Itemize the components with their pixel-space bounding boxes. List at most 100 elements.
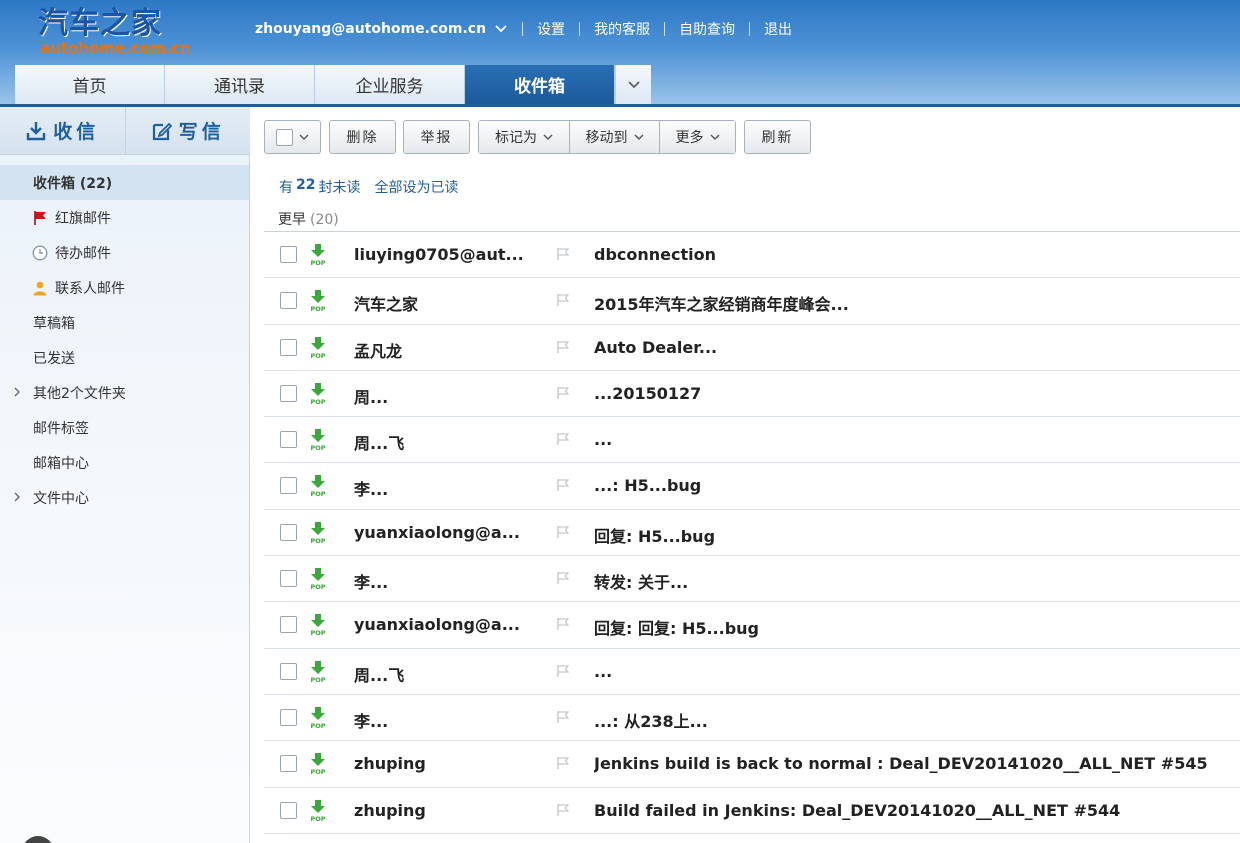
mail-subject[interactable]: Auto Dealer... <box>594 338 1234 357</box>
mail-checkbox[interactable] <box>280 523 297 541</box>
more-dropdown[interactable]: 更多 <box>659 121 735 153</box>
flag-icon[interactable] <box>556 386 570 400</box>
mark-all-read-link[interactable]: 全部设为已读 <box>374 177 458 197</box>
refresh-button[interactable]: 刷新 <box>744 120 811 154</box>
self-service-query-link[interactable]: 自助查询 <box>679 19 735 39</box>
compose-mail-button[interactable]: 写信 <box>124 107 251 154</box>
folder-sent[interactable]: 已发送 <box>0 340 249 375</box>
mail-sender[interactable]: 汽车之家 <box>354 291 524 315</box>
mail-sender[interactable]: zhuping <box>354 801 524 820</box>
tab-inbox[interactable]: 收件箱 <box>465 65 615 104</box>
flag-icon[interactable] <box>556 710 570 724</box>
mail-checkbox[interactable] <box>280 801 297 819</box>
folder-contacts-mail[interactable]: 联系人邮件 <box>0 270 249 305</box>
mail-row[interactable]: POP 周...飞... <box>264 649 1240 695</box>
mail-checkbox[interactable] <box>280 477 297 495</box>
flag-icon[interactable] <box>556 432 570 446</box>
mail-sender[interactable]: 孟凡龙 <box>354 338 524 362</box>
folder-todo[interactable]: 待办邮件 <box>0 235 249 270</box>
mail-sender[interactable]: yuanxiaolong@a... <box>354 615 524 634</box>
mail-row[interactable]: POP liuying0705@aut... dbconnection <box>264 232 1240 279</box>
folder-other-folders[interactable]: 其他2个文件夹 <box>0 375 249 410</box>
flag-icon[interactable] <box>556 525 570 539</box>
mail-subject[interactable]: ...20150127 <box>594 384 1234 403</box>
autohome-logo[interactable]: 汽车之家 autohome.com.cn <box>38 6 191 58</box>
mail-sender[interactable]: zhuping <box>354 754 524 773</box>
flag-icon[interactable] <box>556 293 570 307</box>
flag-icon[interactable] <box>556 664 570 678</box>
mail-subject[interactable]: Jenkins build is back to normal : Deal_D… <box>594 754 1234 773</box>
mail-subject[interactable]: 2015年汽车之家经销商年度峰会... <box>594 291 1234 315</box>
flag-icon[interactable] <box>556 478 570 492</box>
mail-row[interactable]: POP yuanxiaolong@a... 回复: H5...bug <box>264 510 1240 557</box>
folder-mailbox-center[interactable]: 邮箱中心 <box>0 445 249 480</box>
mail-checkbox[interactable] <box>280 292 297 310</box>
mark-as-dropdown[interactable]: 标记为 <box>479 121 569 153</box>
tabs-more-button[interactable] <box>615 65 651 104</box>
mail-row[interactable]: POP 汽车之家 2015年汽车之家经销商年度峰会... <box>264 278 1240 325</box>
mail-subject[interactable]: 回复: 回复: H5...bug <box>594 615 1234 639</box>
delete-button[interactable]: 删除 <box>329 120 396 154</box>
mail-checkbox[interactable] <box>280 384 297 402</box>
mail-checkbox[interactable] <box>280 662 297 680</box>
flag-icon[interactable] <box>556 803 570 817</box>
mail-row[interactable]: POP 孟凡龙 Auto Dealer... <box>264 325 1240 371</box>
mail-subject[interactable]: 转发: 关于... <box>594 569 1234 593</box>
mail-sender[interactable]: 李... <box>354 708 524 732</box>
chevron-right-icon[interactable] <box>13 491 23 503</box>
mail-sender[interactable]: 周...飞 <box>354 430 524 454</box>
flag-icon[interactable] <box>556 756 570 770</box>
flag-icon[interactable] <box>556 247 570 261</box>
mail-checkbox[interactable] <box>280 338 297 356</box>
folder-mail-tags[interactable]: 邮件标签 <box>0 410 249 445</box>
mail-sender[interactable]: liuying0705@aut... <box>354 245 524 264</box>
mail-subject[interactable]: Build failed in Jenkins: Deal_DEV2014102… <box>594 801 1234 820</box>
mail-subject[interactable]: ...: 从238上... <box>594 708 1234 732</box>
mail-checkbox[interactable] <box>280 755 297 773</box>
mail-row[interactable]: POP zhuping Jenkins build is back to norma… <box>264 741 1240 788</box>
flag-icon[interactable] <box>556 340 570 354</box>
mail-sender[interactable]: 周... <box>354 384 524 408</box>
mail-subject[interactable]: ... <box>594 430 1234 449</box>
mail-sender[interactable]: 李... <box>354 476 524 500</box>
mail-checkbox[interactable] <box>280 570 297 588</box>
mail-row[interactable]: POP zhuping Build failed in Jenkins: Deal_… <box>264 788 1240 834</box>
mail-checkbox[interactable] <box>280 616 297 634</box>
settings-link[interactable]: 设置 <box>537 19 565 39</box>
chevron-right-icon[interactable] <box>13 386 23 398</box>
mail-checkbox[interactable] <box>280 431 297 449</box>
tab-enterprise-services[interactable]: 企业服务 <box>315 65 465 104</box>
mail-row[interactable]: POP yuanxiaolong@a... 回复: 回复: H5...bug <box>264 602 1240 649</box>
folder-red-flag[interactable]: 红旗邮件 <box>0 200 249 235</box>
mail-sender[interactable]: 周...飞 <box>354 662 524 686</box>
folder-inbox[interactable]: 收件箱 (22) <box>0 165 249 200</box>
mail-subject[interactable]: 回复: H5...bug <box>594 523 1234 547</box>
flag-icon[interactable] <box>556 617 570 631</box>
account-email[interactable]: zhouyang@autohome.com.cn <box>255 21 486 37</box>
mail-subject[interactable]: ...: H5...bug <box>594 476 1234 495</box>
folder-file-center[interactable]: 文件中心 <box>0 480 249 515</box>
report-button[interactable]: 举报 <box>403 120 470 154</box>
folder-drafts[interactable]: 草稿箱 <box>0 305 249 340</box>
mail-checkbox[interactable] <box>280 246 297 263</box>
tab-home[interactable]: 首页 <box>15 65 165 104</box>
select-all-checkbox[interactable] <box>276 128 293 146</box>
mail-checkbox[interactable] <box>280 708 297 726</box>
receive-mail-button[interactable]: 收信 <box>0 107 125 154</box>
mail-subject[interactable]: dbconnection <box>594 245 1234 264</box>
mail-row[interactable]: POP 李... 转发: 关于... <box>264 556 1240 603</box>
mail-row[interactable]: POP 李... ...: H5...bug <box>264 463 1240 510</box>
logout-link[interactable]: 退出 <box>764 19 792 39</box>
select-all-dropdown[interactable] <box>264 120 321 154</box>
mail-row[interactable]: POP 周...飞... <box>264 417 1240 464</box>
chevron-down-icon[interactable] <box>494 22 508 36</box>
customer-service-link[interactable]: 我的客服 <box>594 19 650 39</box>
flag-icon[interactable] <box>556 571 570 585</box>
mail-sender[interactable]: yuanxiaolong@a... <box>354 523 524 542</box>
mail-row[interactable]: POP 李... ...: 从238上... <box>264 695 1240 742</box>
tab-contacts[interactable]: 通讯录 <box>165 65 315 104</box>
mail-subject[interactable]: ... <box>594 662 1234 681</box>
mail-row[interactable]: POP 周... ...20150127 <box>264 371 1240 418</box>
move-to-dropdown[interactable]: 移动到 <box>569 121 659 153</box>
mail-sender[interactable]: 李... <box>354 569 524 593</box>
